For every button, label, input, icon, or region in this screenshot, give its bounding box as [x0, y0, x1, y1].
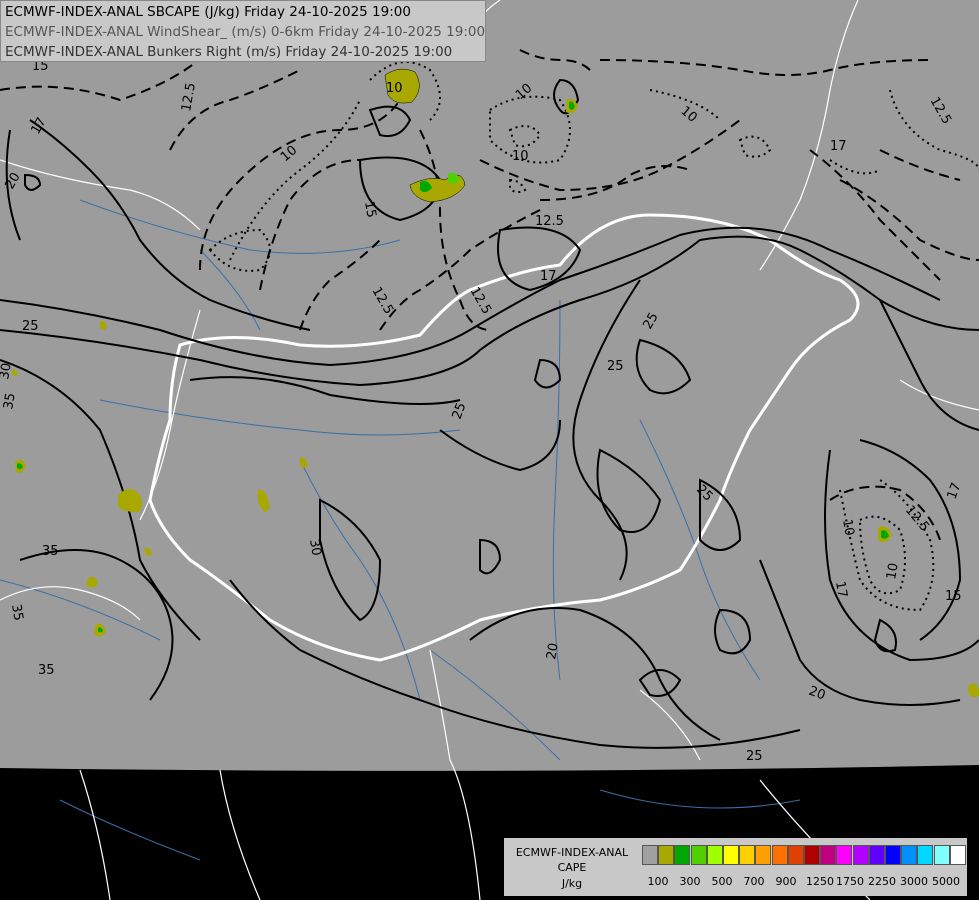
contour-label: 10 [884, 562, 902, 581]
header-bunkers: ECMWF-INDEX-ANAL Bunkers Right (m/s) Fri… [5, 44, 453, 60]
legend-title: ECMWF-INDEX-ANAL [515, 846, 629, 859]
legend-swatch [852, 845, 869, 865]
contour-label: 10 [512, 149, 529, 164]
legend-swatch [642, 845, 658, 865]
contour-label: 15 [361, 200, 379, 219]
legend-swatch [949, 845, 966, 865]
contour-label: 35 [1, 392, 19, 411]
weather-map: 15172025253035353512.512.5 12.512.512.510… [0, 0, 979, 900]
contour-label: 35 [38, 663, 55, 678]
header-windshear: ECMWF-INDEX-ANAL WindShear_ (m/s) 0-6km … [5, 24, 486, 40]
legend-tick-label: 2250 [868, 875, 896, 888]
legend-swatch [787, 845, 804, 865]
legend-swatch [723, 845, 739, 865]
contour-label: 25 [22, 319, 39, 334]
contour-label: 25 [607, 359, 624, 374]
contour-label: 10 [386, 81, 403, 96]
legend-tick-label: 500 [711, 875, 733, 888]
legend-swatch [755, 845, 772, 865]
contour-label: 15 [945, 589, 962, 604]
legend-swatch [674, 845, 691, 865]
legend-tick-label: 900 [775, 875, 797, 888]
legend-tick-label: 700 [743, 875, 765, 888]
legend-tick-label: 300 [679, 875, 701, 888]
legend-tick-label: 100 [647, 875, 669, 888]
legend-swatch [739, 845, 756, 865]
legend-tick-label: 1250 [806, 875, 834, 888]
header-sbcape: ECMWF-INDEX-ANAL SBCAPE (J/kg) Friday 24… [5, 4, 411, 20]
legend-swatch [868, 845, 885, 865]
cape-legend: ECMWF-INDEX-ANAL CAPE J/kg 100 300 500 700 9… [504, 838, 967, 896]
contour-label: 25 [746, 749, 763, 764]
legend-swatch [901, 845, 918, 865]
contour-label: 17 [830, 139, 847, 154]
legend-swatch [836, 845, 853, 865]
legend-swatch [917, 845, 934, 865]
forecast-domain [0, 0, 979, 771]
legend-swatch [885, 845, 901, 865]
legend-swatch [658, 845, 675, 865]
legend-swatch [706, 845, 723, 865]
legend-tick-label: 3000 [900, 875, 928, 888]
contour-label: 17 [832, 580, 850, 599]
contour-label: 12.5 [535, 214, 564, 229]
legend-swatch [933, 845, 950, 865]
contour-label: 35 [42, 544, 59, 559]
legend-swatch [804, 845, 820, 865]
legend-swatch [820, 845, 837, 865]
contour-label: 10 [839, 518, 857, 537]
map-header: ECMWF-INDEX-ANAL SBCAPE (J/kg) Friday 24… [0, 0, 486, 62]
contour-label: 35 [8, 603, 26, 622]
contour-label: 20 [544, 642, 562, 661]
legend-unit: J/kg [561, 877, 583, 890]
legend-tick-label: 1750 [836, 875, 864, 888]
contour-label: 17 [540, 269, 557, 284]
legend-tick-label: 5000 [932, 875, 960, 888]
legend-swatch [771, 845, 788, 865]
contour-label: 30 [306, 538, 324, 557]
legend-swatch [690, 845, 707, 865]
legend-variable: CAPE [557, 861, 587, 874]
